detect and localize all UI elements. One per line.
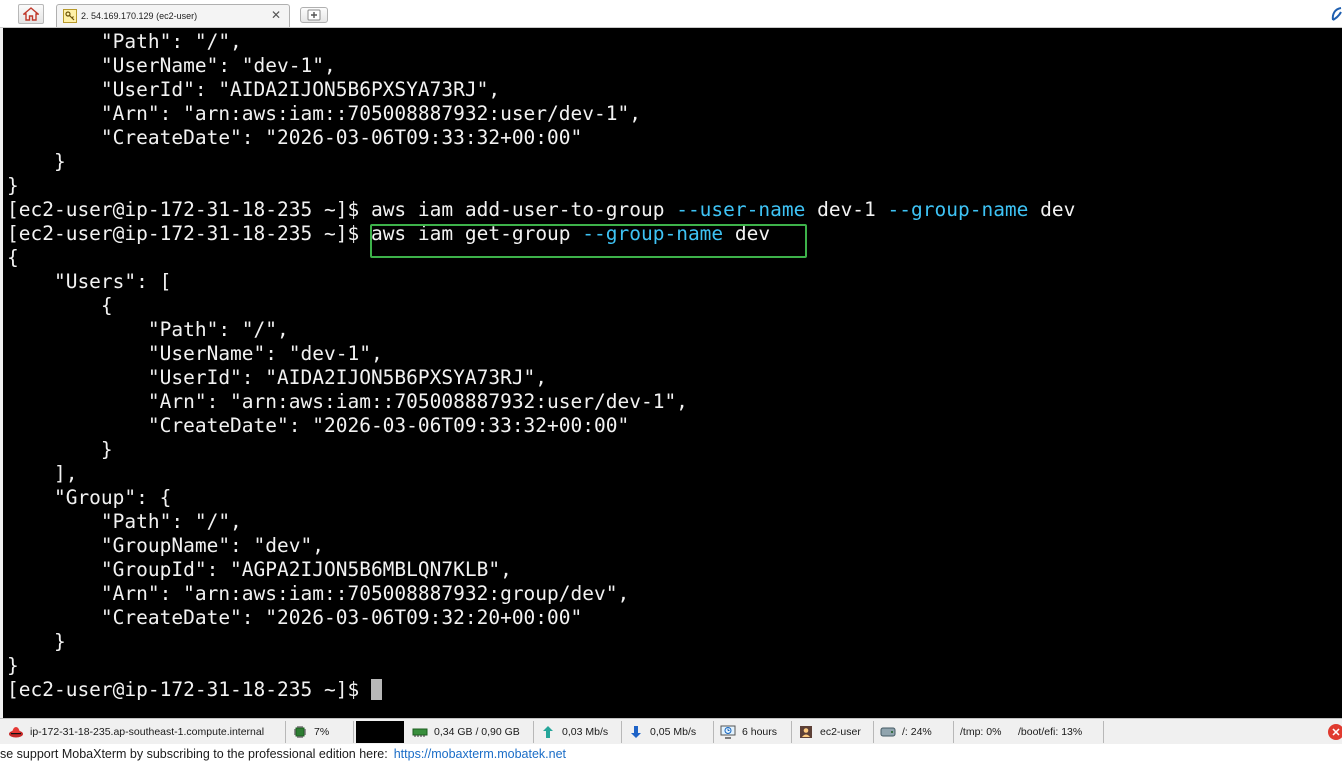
terminal-cursor xyxy=(370,679,382,700)
command-text: dev xyxy=(1028,198,1076,221)
output-line: } xyxy=(7,438,113,461)
output-line: { xyxy=(7,294,113,317)
disk-boot-value: /boot/efi: 13% xyxy=(1018,726,1083,738)
status-host[interactable]: ip-172-31-18-235.ap-southeast-1.compute.… xyxy=(4,721,286,743)
banner-link[interactable]: https://mobaxterm.mobatek.net xyxy=(394,747,566,761)
output-line: "CreateDate": "2026-03-06T09:32:20+00:00… xyxy=(7,606,583,629)
support-banner: se support MobaXterm by subscribing to t… xyxy=(0,744,1342,764)
shell-prompt: [ec2-user@ip-172-31-18-235 ~]$ xyxy=(7,678,371,701)
disk-icon xyxy=(880,724,896,740)
command-option: --user-name xyxy=(676,198,806,221)
upload-value: 0,03 Mb/s xyxy=(562,726,609,738)
home-icon xyxy=(23,7,39,21)
status-bar: ip-172-31-18-235.ap-southeast-1.compute.… xyxy=(0,718,1342,744)
output-line: "Arn": "arn:aws:iam::705008887932:user/d… xyxy=(7,390,688,413)
output-line: "Arn": "arn:aws:iam::705008887932:group/… xyxy=(7,582,630,605)
output-line: "Users": [ xyxy=(7,270,172,293)
banner-text: se support MobaXterm by subscribing to t… xyxy=(0,747,388,761)
output-line: "UserId": "AIDA2IJON5B6PXSYA73RJ", xyxy=(7,366,548,389)
memory-value: 0,34 GB / 0,90 GB xyxy=(434,726,520,738)
tab-session[interactable]: 2. 54.169.170.129 (ec2-user) ✕ xyxy=(56,4,290,27)
disk-tmp-value: /tmp: 0% xyxy=(960,726,1002,738)
tab-close-icon[interactable]: ✕ xyxy=(271,8,281,22)
command-text: dev xyxy=(723,222,771,245)
output-line: "GroupId": "AGPA2IJON5B6MBLQN7KLB", xyxy=(7,558,512,581)
status-disk-tmp[interactable]: /tmp: 0% xyxy=(956,721,1012,743)
cpu-icon xyxy=(292,724,308,740)
command-line: [ec2-user@ip-172-31-18-235 ~]$ aws iam a… xyxy=(7,198,1075,222)
shell-prompt: [ec2-user@ip-172-31-18-235 ~]$ xyxy=(7,198,371,221)
status-upload[interactable]: 0,03 Mb/s xyxy=(536,721,622,743)
output-line: "Group": { xyxy=(7,486,172,509)
output-line: "Path": "/", xyxy=(7,30,242,53)
output-line: } xyxy=(7,630,66,653)
status-user[interactable]: ec2-user xyxy=(794,721,874,743)
upload-arrow-icon xyxy=(540,724,556,740)
output-line: "Path": "/", xyxy=(7,318,289,341)
command-text: aws iam get-group xyxy=(370,222,583,245)
output-line: "Path": "/", xyxy=(7,510,242,533)
output-line: "UserName": "dev-1", xyxy=(7,54,336,77)
shell-prompt: [ec2-user@ip-172-31-18-235 ~]$ xyxy=(7,222,371,245)
uptime-monitor-icon xyxy=(720,724,736,740)
cpu-graph xyxy=(356,721,404,743)
session-key-icon xyxy=(63,9,77,23)
status-disk-root[interactable]: /: 24% xyxy=(876,721,954,743)
command-text: dev-1 xyxy=(805,198,888,221)
status-cpu[interactable]: 7% xyxy=(288,721,354,743)
output-line: "CreateDate": "2026-03-06T09:33:32+00:00… xyxy=(7,414,630,437)
output-line: "Arn": "arn:aws:iam::705008887932:user/d… xyxy=(7,102,641,125)
disk-root-value: /: 24% xyxy=(902,726,932,738)
command-option: --group-name xyxy=(582,222,724,245)
host-name: ip-172-31-18-235.ap-southeast-1.compute.… xyxy=(30,726,265,738)
status-uptime[interactable]: 6 hours xyxy=(716,721,792,743)
plus-icon xyxy=(307,9,321,21)
command-option: --group-name xyxy=(887,198,1029,221)
output-line: ], xyxy=(7,462,78,485)
output-line: } xyxy=(7,150,66,173)
user-value: ec2-user xyxy=(820,726,861,738)
output-line: } xyxy=(7,654,19,677)
output-line: "UserId": "AIDA2IJON5B6PXSYA73RJ", xyxy=(7,78,501,101)
command-line: [ec2-user@ip-172-31-18-235 ~]$ aws iam g… xyxy=(7,222,1075,246)
status-memory[interactable]: 0,34 GB / 0,90 GB xyxy=(408,721,534,743)
output-line: "UserName": "dev-1", xyxy=(7,342,383,365)
new-tab-button[interactable] xyxy=(300,7,328,23)
output-line: { xyxy=(7,246,19,269)
terminal-output: "Path": "/", "UserName": "dev-1", "UserI… xyxy=(7,30,1075,702)
command-text: aws iam add-user-to-group xyxy=(370,198,677,221)
status-download[interactable]: 0,05 Mb/s xyxy=(624,721,714,743)
user-icon xyxy=(798,724,814,740)
prompt-line: [ec2-user@ip-172-31-18-235 ~]$ xyxy=(7,678,1075,702)
terminal-window[interactable]: "Path": "/", "UserName": "dev-1", "UserI… xyxy=(3,28,1342,718)
download-arrow-icon xyxy=(628,724,644,740)
tab-title: 2. 54.169.170.129 (ec2-user) xyxy=(81,11,198,21)
status-disk-boot[interactable]: /boot/efi: 13% xyxy=(1014,721,1104,743)
memory-icon xyxy=(412,724,428,740)
output-line: } xyxy=(7,174,19,197)
mobaxterm-logo-icon xyxy=(1331,7,1342,21)
output-line: "GroupName": "dev", xyxy=(7,534,324,557)
redhat-icon xyxy=(8,724,24,740)
output-line: "CreateDate": "2026-03-06T09:33:32+00:00… xyxy=(7,126,583,149)
error-close-icon[interactable]: ✕ xyxy=(1328,724,1342,740)
home-button[interactable] xyxy=(18,4,44,24)
uptime-value: 6 hours xyxy=(742,726,778,738)
tab-bar: 2. 54.169.170.129 (ec2-user) ✕ xyxy=(0,0,1342,28)
cpu-value: 7% xyxy=(314,726,330,738)
download-value: 0,05 Mb/s xyxy=(650,726,697,738)
